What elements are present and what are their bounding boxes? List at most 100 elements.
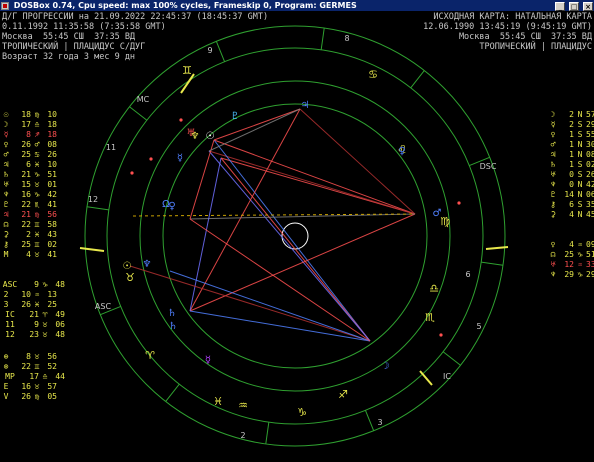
minute-value: 26 bbox=[586, 170, 594, 179]
sign-glyph: ♎ bbox=[34, 120, 40, 129]
asc-cusp-tick bbox=[79, 247, 105, 252]
degree-value: 4 bbox=[569, 210, 574, 219]
sign-glyph: N bbox=[577, 110, 583, 119]
degree-value: 8 bbox=[26, 130, 31, 139]
sign-glyph: ♑ bbox=[34, 170, 40, 179]
zodiac-divider bbox=[364, 410, 375, 431]
degree-value: 1 bbox=[569, 150, 574, 159]
maximize-button[interactable]: □ bbox=[569, 2, 580, 11]
close-button[interactable]: × bbox=[583, 2, 593, 11]
left-table-row: ⚷ 25 ♊ 02 bbox=[1, 240, 57, 250]
zodiac-sign-glyph: ♍ bbox=[440, 215, 450, 228]
minute-value: 41 bbox=[47, 250, 57, 259]
sign-glyph: ♒ bbox=[577, 260, 583, 269]
dosbox-app-icon[interactable] bbox=[1, 1, 9, 10]
aspect-line bbox=[129, 265, 371, 342]
window-title: DOSBox 0.74, Cpu speed: max 100% cycles,… bbox=[13, 1, 357, 10]
wheel-planet-glyph: ☿ bbox=[205, 355, 211, 366]
planet-glyph: ☿ bbox=[3, 130, 9, 139]
header-location-line: Москва 55:45 СШ 37:35 ВД bbox=[2, 32, 136, 42]
minute-value: 05 bbox=[47, 392, 57, 401]
degree-value: 12 bbox=[564, 260, 574, 269]
zodiac-sign-glyph: ♐ bbox=[338, 388, 348, 401]
zodiac-divider bbox=[410, 70, 425, 89]
left-extra-row: MP 17 ♎ 44 bbox=[1, 372, 65, 382]
planet-glyph: ⚷ bbox=[550, 200, 556, 209]
dosbox-title-bar[interactable]: DOSBox 0.74, Cpu speed: max 100% cycles,… bbox=[0, 0, 594, 11]
sign-glyph: ♑ bbox=[42, 280, 48, 289]
degree-value: 8 bbox=[26, 352, 31, 361]
wheel-planet-glyph: ♆ bbox=[191, 131, 200, 142]
house-label: 12 bbox=[5, 330, 15, 339]
left-table-row: ☊ 22 ♊ 58 bbox=[1, 220, 57, 230]
sign-glyph: ♍ bbox=[34, 110, 40, 119]
minute-value: 42 bbox=[586, 180, 594, 189]
planet-glyph: ♅ bbox=[3, 180, 9, 189]
house-number-label: 11 bbox=[106, 143, 116, 152]
sign-glyph: ♈ bbox=[42, 310, 48, 319]
planet-glyph: ☊ bbox=[550, 250, 556, 259]
zodiac-sign-glyph: ♓ bbox=[213, 395, 223, 408]
planet-glyph: ⚳ bbox=[3, 230, 9, 239]
aspect-line bbox=[189, 310, 371, 342]
minute-value: 08 bbox=[47, 140, 57, 149]
planet-glyph: ♃ bbox=[550, 150, 556, 159]
zodiac-sign-glyph: ♈ bbox=[145, 349, 155, 362]
zodiac-divider bbox=[129, 106, 148, 121]
zodiac-sign-glyph: ♊ bbox=[182, 64, 192, 77]
degree-value: 21 bbox=[21, 170, 31, 179]
cusp-marker bbox=[457, 201, 461, 205]
minute-value: 13 bbox=[47, 290, 57, 299]
planet-glyph: ⊗ bbox=[3, 362, 9, 371]
left-extra-row: ⊗ 22 ♊ 52 bbox=[1, 362, 57, 372]
zodiac-sign-glyph: ♋ bbox=[368, 68, 378, 81]
minute-value: 48 bbox=[55, 280, 65, 289]
planet-glyph: ⚷ bbox=[3, 240, 9, 249]
house-label: IC bbox=[5, 310, 15, 319]
planet-glyph: ♃ bbox=[3, 160, 9, 169]
planet-glyph: ♀ bbox=[550, 240, 556, 249]
header-source-location-line: Москва 55:45 СШ 37:35 ВД bbox=[458, 32, 592, 42]
right-table-row: ♇ 14 N 06 bbox=[548, 190, 594, 200]
natal-chart-wheel: 98MC1112DSCASC65IC32♋♌♍♎♏♐♑♒♓♈♉♊♃♅♇♆ ☉☿Ω♀… bbox=[79, 25, 509, 447]
zodiac-sign-glyph: ♏ bbox=[425, 311, 435, 324]
left-table-row: ♄ 21 ♑ 51 bbox=[1, 170, 57, 180]
sign-glyph: ♉ bbox=[34, 250, 40, 259]
right-table-row: ♆ 0 N 42 bbox=[548, 180, 594, 190]
planet-glyph: ♀ bbox=[3, 140, 9, 149]
right-table-row: ♅ 0 S 26 bbox=[548, 170, 594, 180]
house-label: 2 bbox=[3, 290, 9, 299]
minute-value: 10 bbox=[47, 110, 57, 119]
minute-value: 26 bbox=[47, 150, 57, 159]
left-extra-row: ⊕ 8 ♉ 56 bbox=[1, 352, 57, 362]
degree-value: 26 bbox=[21, 392, 31, 401]
left-table-row: ♂ 25 ♋ 26 bbox=[1, 150, 57, 160]
right-table-row: ♂ 1 N 30 bbox=[548, 140, 594, 150]
cusp-marker bbox=[149, 157, 153, 161]
aspect-line bbox=[299, 108, 416, 215]
zodiac-divider bbox=[320, 27, 325, 50]
minute-value: 56 bbox=[47, 352, 57, 361]
right-extra-row: ☊ 25 ♑ 51 bbox=[548, 250, 594, 260]
minimize-button[interactable]: _ bbox=[555, 2, 566, 11]
minute-value: 25 bbox=[47, 300, 57, 309]
degree-value: 22 bbox=[21, 200, 31, 209]
planet-glyph: ♇ bbox=[550, 190, 556, 199]
sign-glyph: ♋ bbox=[34, 150, 40, 159]
degree-value: 26 bbox=[21, 140, 31, 149]
minute-value: 45 bbox=[586, 210, 594, 219]
sign-glyph: ♒ bbox=[577, 240, 583, 249]
degree-value: 1 bbox=[569, 160, 574, 169]
sign-glyph: ♉ bbox=[34, 180, 40, 189]
zodiac-divider bbox=[481, 261, 504, 266]
aspect-line bbox=[213, 108, 301, 141]
planet-glyph: ⊕ bbox=[3, 352, 9, 361]
minute-value: 01 bbox=[47, 180, 57, 189]
planet-glyph: ♆ bbox=[550, 180, 556, 189]
zodiac-sign-glyph: ♑ bbox=[297, 406, 307, 419]
minute-value: 08 bbox=[586, 150, 594, 159]
sign-glyph: ♓ bbox=[34, 230, 40, 239]
degree-value: 16 bbox=[21, 190, 31, 199]
right-table-row: ☽ 2 N 57 bbox=[548, 110, 594, 120]
wheel-planet-glyph: ♇ bbox=[231, 111, 240, 122]
